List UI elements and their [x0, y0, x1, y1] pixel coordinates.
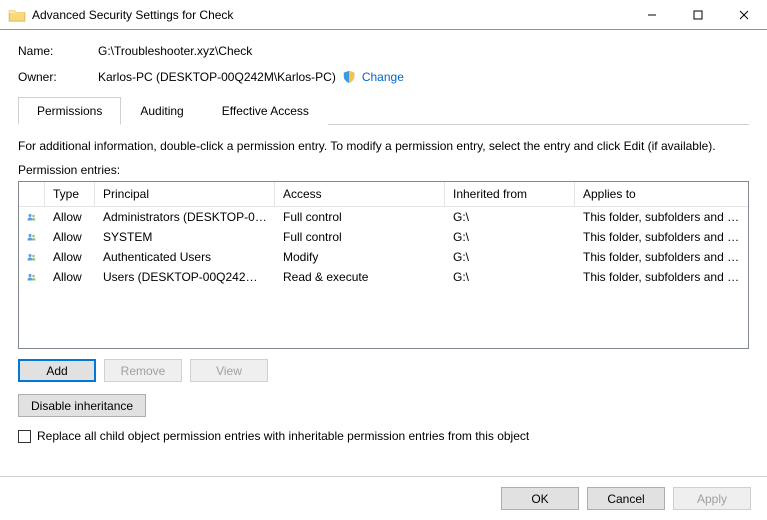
name-label: Name: — [18, 44, 98, 58]
ok-button[interactable]: OK — [501, 487, 579, 510]
window-title: Advanced Security Settings for Check — [32, 8, 629, 22]
name-row: Name: G:\Troubleshooter.xyz\Check — [18, 44, 749, 58]
name-value: G:\Troubleshooter.xyz\Check — [98, 44, 749, 58]
cell-type: Allow — [45, 268, 95, 286]
cell-type: Allow — [45, 228, 95, 246]
people-icon — [19, 208, 45, 226]
cell-access: Full control — [275, 208, 445, 226]
close-button[interactable] — [721, 0, 767, 30]
cell-inherited: G:\ — [445, 228, 575, 246]
cell-applies: This folder, subfolders and files — [575, 208, 748, 226]
disable-inheritance-button[interactable]: Disable inheritance — [18, 394, 146, 417]
header-access[interactable]: Access — [275, 182, 445, 206]
cell-inherited: G:\ — [445, 268, 575, 286]
maximize-button[interactable] — [675, 0, 721, 30]
entry-buttons: Add Remove View — [18, 359, 749, 382]
cell-principal: SYSTEM — [95, 228, 275, 246]
replace-checkbox[interactable] — [18, 430, 31, 443]
people-icon — [19, 228, 45, 246]
cell-access: Modify — [275, 248, 445, 266]
cell-applies: This folder, subfolders and files — [575, 228, 748, 246]
folder-icon — [8, 8, 26, 22]
header-inherited[interactable]: Inherited from — [445, 182, 575, 206]
table-row[interactable]: AllowAuthenticated UsersModifyG:\This fo… — [19, 247, 748, 267]
remove-button: Remove — [104, 359, 182, 382]
tabs: Permissions Auditing Effective Access — [18, 96, 749, 125]
tab-permissions[interactable]: Permissions — [18, 97, 121, 125]
shield-icon — [342, 70, 356, 84]
change-owner-link[interactable]: Change — [362, 70, 404, 84]
header-applies[interactable]: Applies to — [575, 182, 748, 206]
cell-applies: This folder, subfolders and files — [575, 268, 748, 286]
header-principal[interactable]: Principal — [95, 182, 275, 206]
people-icon — [19, 248, 45, 266]
cancel-button[interactable]: Cancel — [587, 487, 665, 510]
owner-label: Owner: — [18, 70, 98, 84]
tab-effective-access[interactable]: Effective Access — [203, 97, 328, 125]
description-text: For additional information, double-click… — [18, 139, 749, 153]
cell-type: Allow — [45, 208, 95, 226]
table-row[interactable]: AllowAdministrators (DESKTOP-00...Full c… — [19, 207, 748, 227]
dialog-footer: OK Cancel Apply — [0, 476, 767, 520]
apply-button: Apply — [673, 487, 751, 510]
cell-principal: Administrators (DESKTOP-00... — [95, 208, 275, 226]
cell-inherited: G:\ — [445, 248, 575, 266]
minimize-button[interactable] — [629, 0, 675, 30]
titlebar: Advanced Security Settings for Check — [0, 0, 767, 30]
table-row[interactable]: AllowUsers (DESKTOP-00Q242M\Us...Read & … — [19, 267, 748, 287]
cell-inherited: G:\ — [445, 208, 575, 226]
people-icon — [19, 268, 45, 286]
table-row[interactable]: AllowSYSTEMFull controlG:\This folder, s… — [19, 227, 748, 247]
list-header: Type Principal Access Inherited from App… — [19, 182, 748, 207]
owner-row: Owner: Karlos-PC (DESKTOP-00Q242M\Karlos… — [18, 70, 749, 84]
owner-value: Karlos-PC (DESKTOP-00Q242M\Karlos-PC) — [98, 70, 336, 84]
replace-checkbox-label: Replace all child object permission entr… — [37, 429, 529, 443]
add-button[interactable]: Add — [18, 359, 96, 382]
cell-type: Allow — [45, 248, 95, 266]
content-area: Name: G:\Troubleshooter.xyz\Check Owner:… — [0, 30, 767, 453]
cell-applies: This folder, subfolders and files — [575, 248, 748, 266]
header-type[interactable]: Type — [45, 182, 95, 206]
view-button: View — [190, 359, 268, 382]
replace-checkbox-row[interactable]: Replace all child object permission entr… — [18, 429, 749, 443]
cell-access: Full control — [275, 228, 445, 246]
cell-access: Read & execute — [275, 268, 445, 286]
cell-principal: Authenticated Users — [95, 248, 275, 266]
tab-auditing[interactable]: Auditing — [121, 97, 202, 125]
permission-entries-list[interactable]: Type Principal Access Inherited from App… — [18, 181, 749, 349]
cell-principal: Users (DESKTOP-00Q242M\Us... — [95, 268, 275, 286]
entries-label: Permission entries: — [18, 163, 749, 177]
